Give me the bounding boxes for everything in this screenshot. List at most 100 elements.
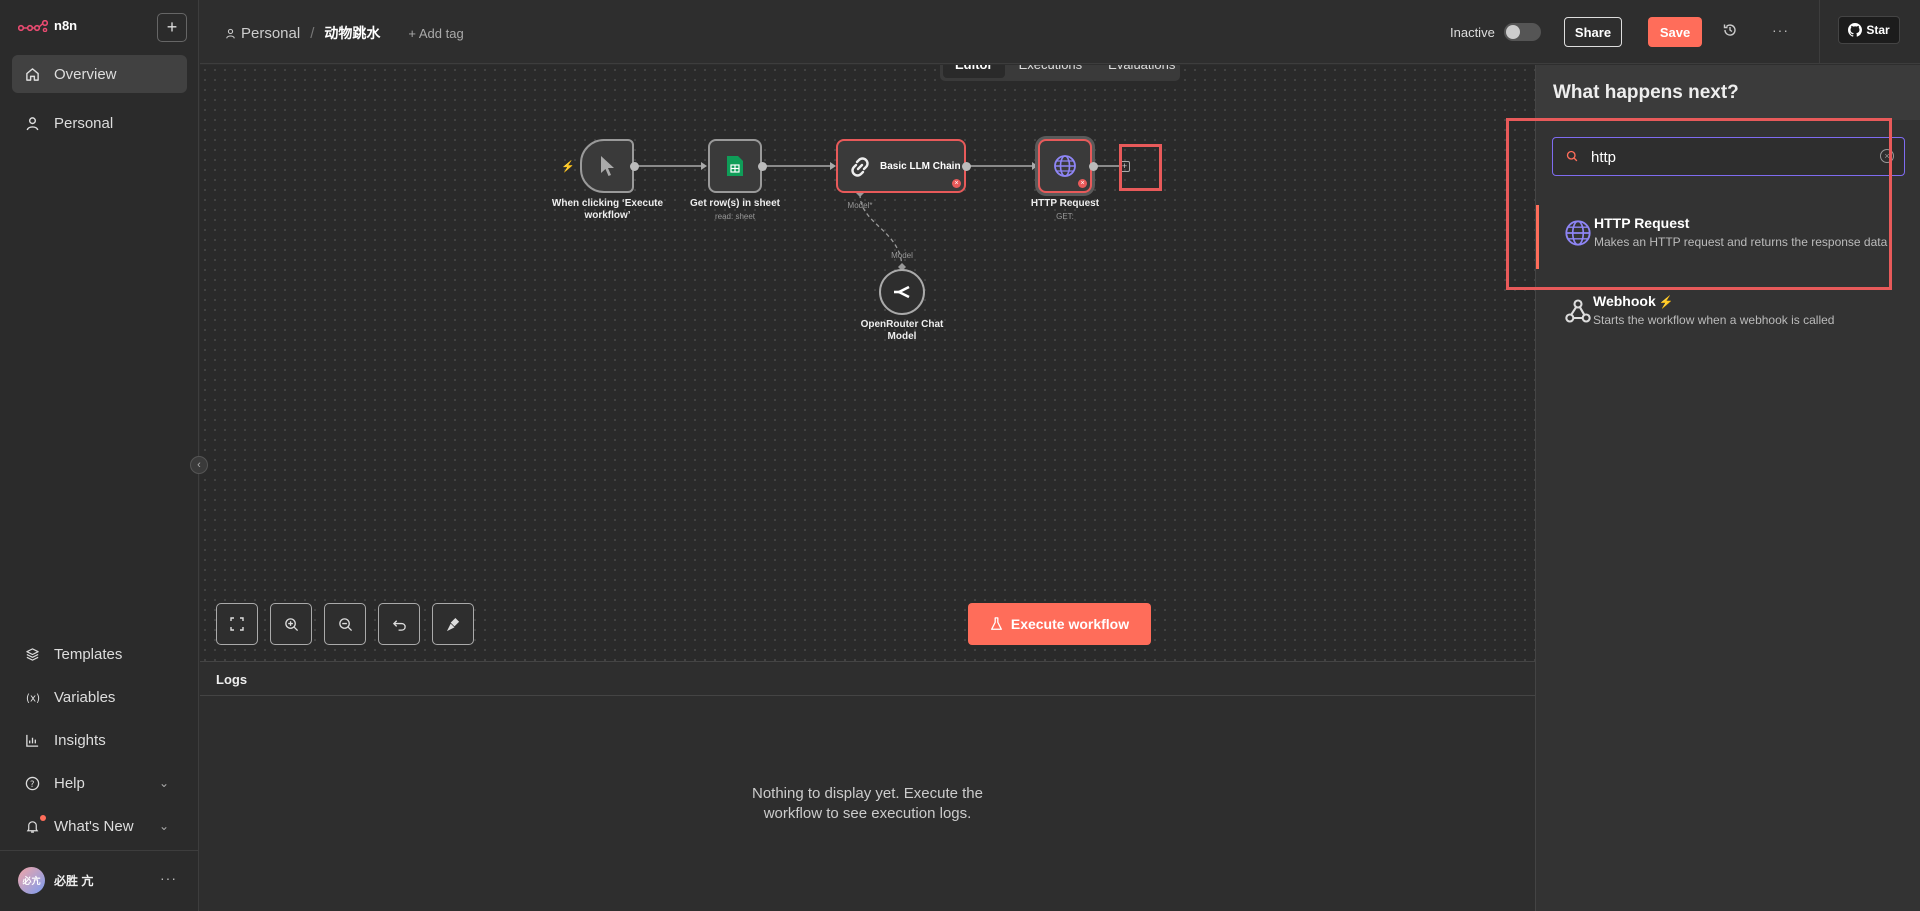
node-port-label: Model bbox=[891, 251, 913, 260]
node-output-port[interactable] bbox=[962, 162, 971, 171]
node-label: When clicking ‘Execute workflow’ bbox=[551, 198, 664, 221]
result-description: Starts the workflow when a webhook is ca… bbox=[1593, 313, 1835, 327]
app-root: n8n + Overview Personal Templates (x) Va… bbox=[0, 0, 1920, 911]
result-description: Makes an HTTP request and returns the re… bbox=[1594, 235, 1888, 249]
help-icon: ? bbox=[25, 776, 40, 790]
github-star-button[interactable]: Star bbox=[1838, 16, 1900, 44]
trigger-bolt-icon: ⚡ bbox=[1658, 295, 1674, 309]
error-icon: × bbox=[952, 179, 961, 188]
user-name: 必胜 亢 bbox=[54, 874, 94, 888]
breadcrumb: Personal / 动物跳水 + Add tag bbox=[225, 23, 464, 43]
zoom-in-button[interactable] bbox=[270, 603, 312, 645]
breadcrumb-project[interactable]: Personal bbox=[225, 25, 300, 42]
connection-trigger-sheet bbox=[635, 162, 707, 170]
node-creator-panel: What happens next? × HTTP Request Makes … bbox=[1535, 65, 1920, 911]
logs-empty-message: Nothing to display yet. Execute the work… bbox=[200, 784, 1535, 824]
history-icon[interactable] bbox=[1722, 22, 1738, 43]
connection-llm-http bbox=[967, 162, 1038, 170]
sidebar-item-personal[interactable]: Personal bbox=[12, 104, 187, 142]
connection-sheet-llm bbox=[763, 162, 836, 170]
toggle-knob bbox=[1506, 25, 1520, 39]
node-subtitle: GET: bbox=[1056, 212, 1074, 221]
bell-icon bbox=[26, 820, 39, 833]
star-label: Star bbox=[1866, 23, 1890, 37]
create-new-button[interactable]: + bbox=[157, 13, 187, 42]
broom-icon bbox=[446, 617, 459, 631]
cursor-icon bbox=[601, 156, 614, 176]
execute-workflow-label: Execute workflow bbox=[1010, 616, 1130, 632]
workflow-title[interactable]: 动物跳水 bbox=[324, 23, 380, 43]
sidebar: n8n + Overview Personal Templates (x) Va… bbox=[0, 0, 199, 911]
add-node-button[interactable]: + bbox=[1119, 161, 1130, 172]
undo-icon bbox=[392, 619, 406, 631]
fullscreen-icon bbox=[230, 617, 244, 631]
logs-title[interactable]: Logs bbox=[200, 662, 1535, 696]
notification-dot bbox=[40, 815, 46, 821]
sidebar-item-templates[interactable]: Templates bbox=[12, 635, 187, 673]
chevron-down-icon: ⌄ bbox=[158, 819, 169, 833]
clear-search-icon[interactable]: × bbox=[1880, 149, 1894, 163]
node-label: HTTP Request bbox=[1030, 198, 1100, 209]
fit-view-button[interactable] bbox=[216, 603, 258, 645]
github-icon bbox=[1848, 23, 1863, 37]
workflow-canvas[interactable]: Editor Executions Evaluations ⚡ When cli… bbox=[200, 65, 1535, 661]
node-google-sheets[interactable] bbox=[708, 139, 762, 193]
node-label: Basic LLM Chain bbox=[880, 161, 961, 172]
templates-icon bbox=[26, 647, 39, 661]
node-search-box[interactable]: × bbox=[1552, 137, 1905, 176]
zoom-out-button[interactable] bbox=[324, 603, 366, 645]
result-title-text: Webhook bbox=[1593, 293, 1656, 309]
sidebar-item-label: Overview bbox=[54, 65, 117, 83]
sidebar-item-label: Templates bbox=[54, 645, 123, 663]
save-button[interactable]: Save bbox=[1648, 17, 1702, 47]
search-icon bbox=[1566, 150, 1578, 162]
plus-icon: + bbox=[166, 17, 178, 37]
node-port-label: Model* bbox=[847, 201, 873, 210]
execute-workflow-button[interactable]: Execute workflow bbox=[968, 603, 1151, 645]
user-icon bbox=[226, 28, 235, 39]
panel-title: What happens next? bbox=[1536, 65, 1920, 120]
node-output-port[interactable] bbox=[1089, 162, 1098, 171]
header: Personal / 动物跳水 + Add tag Inactive Share… bbox=[200, 0, 1920, 64]
user-icon bbox=[26, 116, 39, 130]
user-menu[interactable]: 必亢 必胜 亢 bbox=[18, 867, 93, 894]
sidebar-item-whats-new[interactable]: What's New ⌄ bbox=[12, 807, 187, 845]
node-label: Get row(s) in sheet bbox=[689, 198, 780, 209]
undo-button[interactable] bbox=[378, 603, 420, 645]
more-options-icon[interactable]: ··· bbox=[1772, 22, 1789, 38]
tidy-up-button[interactable] bbox=[432, 603, 474, 645]
user-more-icon[interactable]: ··· bbox=[160, 870, 177, 886]
google-sheets-icon bbox=[727, 156, 743, 176]
logs-empty-line: Nothing to display yet. Execute the bbox=[752, 785, 983, 802]
canvas-toolbar bbox=[216, 603, 474, 645]
result-title: Webhook ⚡ bbox=[1593, 293, 1674, 309]
sidebar-item-label: Help bbox=[54, 774, 85, 792]
n8n-logo[interactable]: n8n bbox=[18, 18, 77, 33]
share-button[interactable]: Share bbox=[1564, 17, 1622, 47]
node-http-request[interactable]: × bbox=[1038, 139, 1092, 193]
node-manual-trigger[interactable] bbox=[580, 139, 634, 193]
result-http-request[interactable]: HTTP Request Makes an HTTP request and r… bbox=[1536, 205, 1920, 269]
svg-text:(x): (x) bbox=[26, 692, 40, 704]
avatar: 必亢 bbox=[18, 867, 45, 894]
sidebar-item-help[interactable]: ? Help ⌄ bbox=[12, 764, 187, 802]
sidebar-item-label: What's New bbox=[54, 817, 134, 835]
sidebar-item-label: Insights bbox=[54, 731, 106, 749]
link-icon bbox=[851, 157, 869, 177]
node-output-port[interactable] bbox=[758, 162, 767, 171]
zoom-out-icon bbox=[338, 617, 352, 631]
node-search-input[interactable] bbox=[1591, 147, 1871, 167]
variables-icon: (x) bbox=[26, 692, 40, 704]
node-output-port[interactable] bbox=[630, 162, 639, 171]
collapse-sidebar-button[interactable]: ‹ bbox=[190, 456, 208, 474]
node-basic-llm-chain[interactable]: Basic LLM Chain × bbox=[836, 139, 966, 193]
result-webhook[interactable]: Webhook ⚡ Starts the workflow when a webh… bbox=[1536, 283, 1920, 347]
logo-text: n8n bbox=[54, 18, 78, 33]
sidebar-item-variables[interactable]: (x) Variables bbox=[12, 678, 187, 716]
node-openrouter-chat-model[interactable] bbox=[879, 269, 925, 315]
sidebar-item-label: Variables bbox=[54, 688, 116, 706]
sidebar-item-insights[interactable]: Insights bbox=[12, 721, 187, 759]
active-toggle[interactable] bbox=[1504, 23, 1541, 41]
add-tag-link[interactable]: + Add tag bbox=[408, 26, 463, 41]
sidebar-item-overview[interactable]: Overview bbox=[12, 55, 187, 93]
